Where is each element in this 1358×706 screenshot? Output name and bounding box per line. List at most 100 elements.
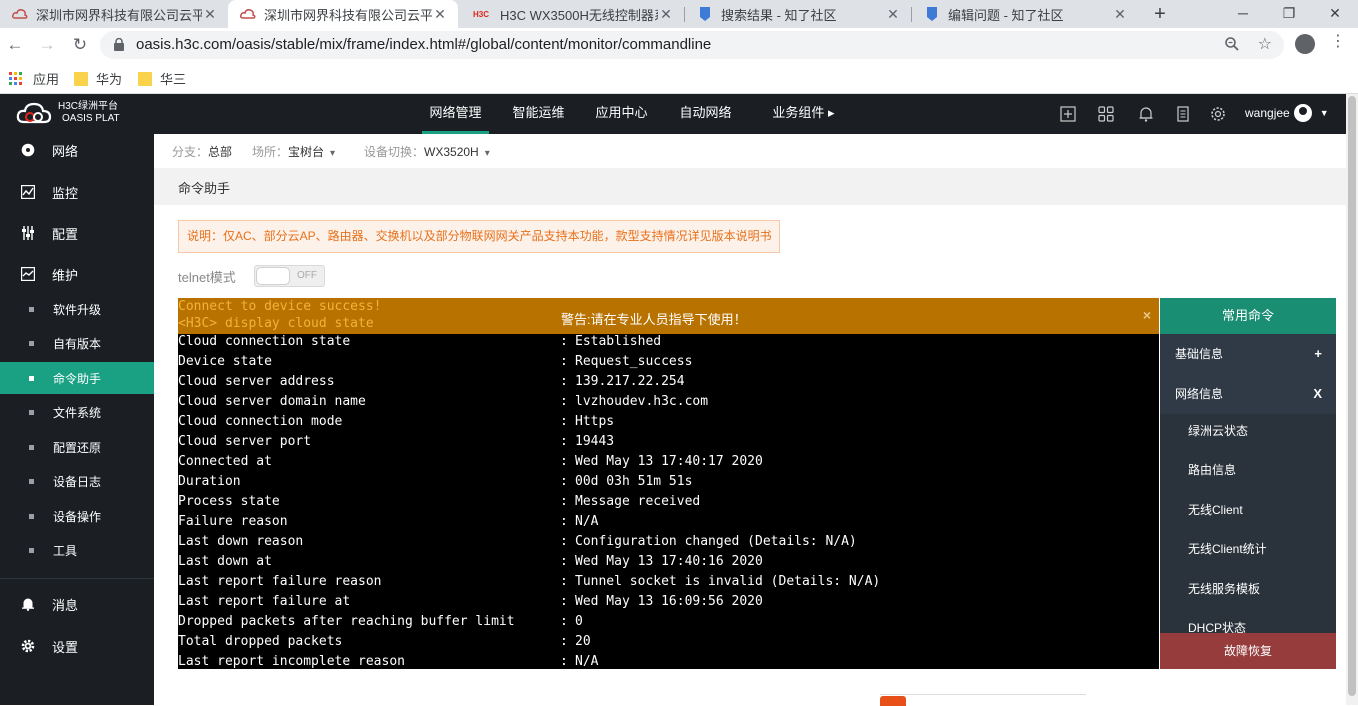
console-key: Device state	[178, 354, 272, 369]
bookmarks-bar: 应用 华为 华三	[0, 62, 1358, 94]
sidebar-sub-command-assistant[interactable]: 命令助手	[0, 362, 154, 394]
nav-app-center[interactable]: 应用中心	[588, 94, 655, 134]
scrollbar-thumb[interactable]	[1348, 96, 1356, 696]
console-key: Cloud server port	[178, 434, 312, 449]
browser-tab[interactable]: 搜索结果 - 知了社区 ✕	[685, 0, 911, 28]
console-value: 19443	[575, 434, 615, 449]
oasis-logo[interactable]: H3C绿洲平台 OASIS PLAT	[16, 100, 120, 126]
console-separator: :	[560, 634, 568, 649]
warning-bar: Connect to device success! <H3C> display…	[178, 298, 1159, 334]
document-icon[interactable]	[1175, 106, 1191, 122]
command-group-network[interactable]: 网络信息 X	[1160, 374, 1336, 414]
command-item[interactable]: 无线服务模板	[1188, 580, 1260, 597]
browser-tab-active[interactable]: 深圳市网界科技有限公司云平台 ✕	[228, 0, 458, 28]
device-selector[interactable]: 设备切换：WX3520H ▾	[364, 143, 490, 160]
reload-button[interactable]: ↻	[67, 33, 93, 57]
console-key: Process state	[178, 494, 280, 509]
console-key: Cloud connection mode	[178, 414, 343, 429]
profile-avatar-icon[interactable]	[1295, 34, 1315, 54]
command-item[interactable]: 无线Client	[1188, 501, 1243, 518]
settings-gear-icon[interactable]	[1210, 106, 1226, 122]
chevron-down-icon: ▾	[484, 148, 490, 159]
close-tab-icon[interactable]: ✕	[1112, 6, 1128, 23]
monitor-icon	[21, 185, 35, 199]
nav-business-components[interactable]: 业务组件 ▸	[766, 94, 841, 134]
sidebar-sub-config-restore[interactable]: 配置还原	[0, 431, 154, 463]
sidebar-sub-software-upgrade[interactable]: 软件升级	[0, 293, 154, 325]
command-group-basic[interactable]: 基础信息 +	[1160, 334, 1336, 374]
omnibox[interactable]: oasis.h3c.com/oasis/stable/mix/frame/ind…	[100, 31, 1284, 59]
folder-icon	[74, 71, 88, 86]
bookmark-star-icon[interactable]: ☆	[1258, 34, 1272, 54]
grid-apps-icon[interactable]	[1098, 106, 1114, 122]
console-key: Duration	[178, 474, 241, 489]
fault-recovery-button[interactable]: 故障恢复	[1160, 633, 1336, 669]
minimize-button[interactable]: ─	[1220, 0, 1266, 28]
new-tab-button[interactable]: +	[1150, 0, 1170, 28]
cloud-logo-icon	[16, 102, 52, 124]
sidebar-sub-device-log[interactable]: 设备日志	[0, 465, 154, 497]
close-tab-icon[interactable]: ✕	[432, 6, 448, 23]
page-scrollbar[interactable]	[1346, 94, 1358, 705]
collapse-x-icon[interactable]: X	[1313, 374, 1322, 414]
console-key: Last report incomplete reason	[178, 654, 405, 669]
close-window-button[interactable]: ✕	[1312, 0, 1358, 28]
close-tab-icon[interactable]: ✕	[885, 6, 901, 23]
floating-toolbar[interactable]	[880, 694, 1086, 706]
notification-bell-icon[interactable]	[1138, 106, 1154, 122]
sidebar-item-config[interactable]: 配置	[0, 213, 154, 253]
command-list: 绿洲云状态 路由信息 无线Client 无线Client统计 无线服务模板 DH…	[1160, 414, 1336, 669]
console-key: Connected at	[178, 454, 272, 469]
sidebar-item-maintain[interactable]: 维护	[0, 254, 154, 294]
user-menu[interactable]: wangjee ▼	[1245, 94, 1329, 132]
maximize-button[interactable]: ❐	[1266, 0, 1312, 28]
console-key: Dropped packets after reaching buffer li…	[178, 614, 515, 629]
sidebar-item-settings[interactable]: 设置	[0, 626, 154, 666]
sidebar-item-network[interactable]: 网络	[0, 130, 154, 170]
sidebar-item-monitor[interactable]: 监控	[0, 172, 154, 212]
sidebar-sub-device-ops[interactable]: 设备操作	[0, 500, 154, 532]
console-value: Wed May 13 17:40:16 2020	[575, 554, 763, 569]
console-separator: :	[560, 454, 568, 469]
browser-menu-icon[interactable]: ⋮	[1330, 31, 1346, 51]
bookmark-h3c[interactable]: 华三	[138, 69, 186, 88]
command-item[interactable]: 无线Client统计	[1188, 540, 1267, 557]
browser-tab[interactable]: 编辑问题 - 知了社区 ✕	[912, 0, 1138, 28]
nav-smart-ops[interactable]: 智能运维	[505, 94, 572, 134]
console-value: N/A	[575, 654, 599, 669]
expand-plus-icon[interactable]: +	[1314, 334, 1322, 374]
forward-button[interactable]: →	[34, 33, 60, 57]
nav-auto-network[interactable]: 自动网络	[672, 94, 739, 134]
bell-icon	[21, 597, 35, 611]
command-item[interactable]: 绿洲云状态	[1188, 422, 1248, 439]
chevron-down-icon: ▼	[1319, 108, 1329, 118]
telnet-toggle[interactable]: OFF	[254, 265, 325, 287]
add-window-icon[interactable]	[1060, 106, 1076, 122]
sidebar: 网络 监控 配置 维护 软件升级 自有版本 命令助手 文件系统 配置还原 设备日…	[0, 134, 154, 705]
back-button[interactable]: ←	[2, 33, 28, 57]
browser-tab[interactable]: H3C H3C WX3500H无线控制器系列 ✕	[458, 0, 684, 28]
nav-network-management[interactable]: 网络管理	[422, 94, 489, 134]
browser-tab[interactable]: 深圳市网界科技有限公司云平台 ✕	[0, 0, 228, 28]
sidebar-sub-own-version[interactable]: 自有版本	[0, 327, 154, 359]
site-selector[interactable]: 场所：宝树台 ▾	[252, 143, 335, 160]
close-tab-icon[interactable]: ✕	[658, 6, 674, 23]
sidebar-item-messages[interactable]: 消息	[0, 584, 154, 624]
close-warning-icon[interactable]: ×	[1143, 307, 1151, 323]
console-value: Wed May 13 16:09:56 2020	[575, 594, 763, 609]
console-value: 20	[575, 634, 591, 649]
sidebar-sub-tools[interactable]: 工具	[0, 534, 154, 566]
bookmark-apps[interactable]: 应用	[9, 69, 59, 88]
url-text: oasis.h3c.com/oasis/stable/mix/frame/ind…	[136, 36, 712, 53]
username: wangjee	[1245, 106, 1290, 120]
console-separator: :	[560, 334, 568, 349]
branch-filter[interactable]: 分支：总部	[172, 143, 232, 160]
bookmark-huawei[interactable]: 华为	[74, 69, 122, 88]
console-line: Connect to device success!	[178, 299, 382, 314]
command-item[interactable]: 路由信息	[1188, 461, 1236, 478]
sidebar-sub-file-system[interactable]: 文件系统	[0, 396, 154, 428]
zoom-icon[interactable]	[1224, 36, 1240, 56]
console-separator: :	[560, 554, 568, 569]
close-tab-icon[interactable]: ✕	[202, 6, 218, 23]
command-console[interactable]: Connect to device success! <H3C> display…	[178, 298, 1159, 669]
